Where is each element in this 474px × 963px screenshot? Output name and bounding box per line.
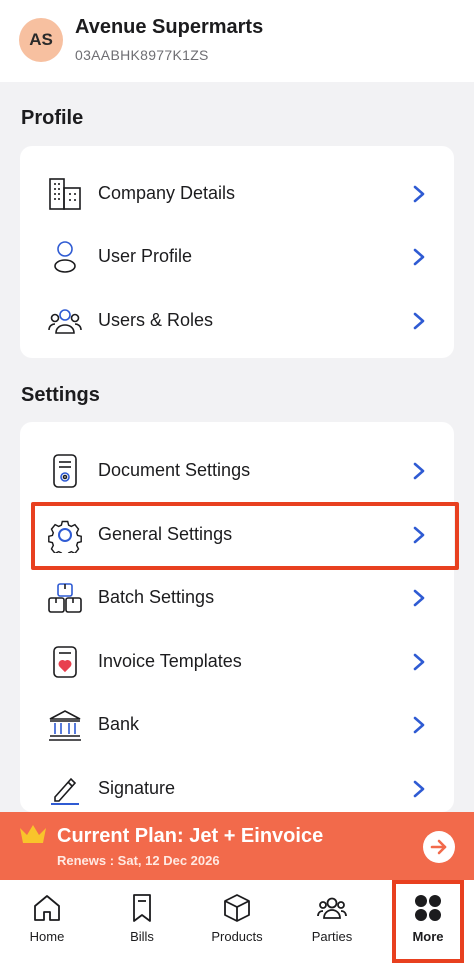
menu-item-bank[interactable]: Bank bbox=[20, 693, 454, 756]
chevron-right-icon bbox=[413, 526, 425, 543]
company-name: Avenue Supermarts bbox=[75, 16, 264, 38]
document-settings-icon bbox=[47, 453, 83, 489]
chevron-right-icon bbox=[413, 589, 425, 606]
section-title-profile: Profile bbox=[21, 107, 84, 129]
current-plan-banner[interactable]: Current Plan: Jet + Einvoice Renews : Sa… bbox=[0, 812, 474, 880]
tab-label: Home bbox=[29, 929, 65, 944]
menu-item-invoice-templates[interactable]: Invoice Templates bbox=[20, 630, 454, 693]
arrow-right-icon bbox=[430, 839, 447, 855]
crown-icon bbox=[20, 825, 46, 843]
menu-item-label: User Profile bbox=[98, 246, 193, 266]
tab-label: Parties bbox=[311, 929, 353, 944]
menu-item-user-profile[interactable]: User Profile bbox=[20, 225, 454, 288]
invoice-template-icon bbox=[47, 644, 83, 680]
tab-parties[interactable]: Parties bbox=[287, 880, 377, 963]
user-icon bbox=[47, 239, 83, 275]
home-icon bbox=[34, 895, 60, 921]
menu-item-label: Batch Settings bbox=[98, 587, 215, 607]
section-title-settings: Settings bbox=[21, 384, 100, 406]
company-header[interactable]: AS Avenue Supermarts 03AABHK8977K1ZS bbox=[0, 0, 474, 82]
tab-label: Products bbox=[211, 929, 263, 944]
tab-label: Bills bbox=[130, 929, 154, 944]
tab-bills[interactable]: Bills bbox=[97, 880, 187, 963]
building-icon bbox=[47, 176, 83, 212]
menu-item-label: Users & Roles bbox=[98, 310, 214, 330]
bottom-tab-bar: Home Bills Products Parties More bbox=[0, 880, 474, 963]
chevron-right-icon bbox=[413, 185, 425, 202]
profile-card: Company Details User Profile Users & Rol… bbox=[20, 146, 454, 358]
plan-title: Current Plan: Jet + Einvoice bbox=[57, 825, 324, 847]
avatar: AS bbox=[19, 18, 63, 62]
menu-item-label: Document Settings bbox=[98, 460, 251, 480]
tab-more[interactable]: More bbox=[383, 880, 473, 963]
menu-item-signature[interactable]: Signature bbox=[20, 757, 454, 820]
tab-products[interactable]: Products bbox=[192, 880, 282, 963]
box-icon bbox=[224, 894, 250, 922]
tab-label: More bbox=[412, 929, 444, 944]
plan-arrow-button[interactable] bbox=[423, 831, 455, 863]
menu-item-label: Bank bbox=[98, 714, 140, 734]
menu-item-label: Company Details bbox=[98, 183, 236, 203]
pen-icon bbox=[47, 771, 83, 807]
company-gstin: 03AABHK8977K1ZS bbox=[75, 47, 209, 63]
chevron-right-icon bbox=[413, 780, 425, 797]
plan-renews: Renews : Sat, 12 Dec 2026 bbox=[57, 853, 220, 868]
menu-item-document-settings[interactable]: Document Settings bbox=[20, 439, 454, 502]
menu-item-users-roles[interactable]: Users & Roles bbox=[20, 289, 454, 352]
grid-icon bbox=[415, 895, 441, 921]
menu-item-batch-settings[interactable]: Batch Settings bbox=[20, 566, 454, 629]
chevron-right-icon bbox=[413, 248, 425, 265]
menu-item-general-settings[interactable]: General Settings bbox=[20, 503, 454, 566]
chevron-right-icon bbox=[413, 462, 425, 479]
boxes-icon bbox=[47, 580, 83, 616]
bookmark-icon bbox=[133, 894, 151, 922]
chevron-right-icon bbox=[413, 716, 425, 733]
parties-icon bbox=[317, 897, 347, 919]
gear-icon bbox=[47, 517, 83, 553]
settings-card: Document Settings General Settings Batch… bbox=[20, 422, 454, 812]
chevron-right-icon bbox=[413, 653, 425, 670]
tab-home[interactable]: Home bbox=[2, 880, 92, 963]
bank-icon bbox=[47, 707, 83, 743]
menu-item-label: Invoice Templates bbox=[98, 651, 242, 671]
menu-item-company-details[interactable]: Company Details bbox=[20, 162, 454, 225]
menu-item-label: Signature bbox=[98, 778, 176, 798]
users-group-icon bbox=[47, 303, 83, 339]
menu-item-label: General Settings bbox=[98, 524, 233, 544]
chevron-right-icon bbox=[413, 312, 425, 329]
